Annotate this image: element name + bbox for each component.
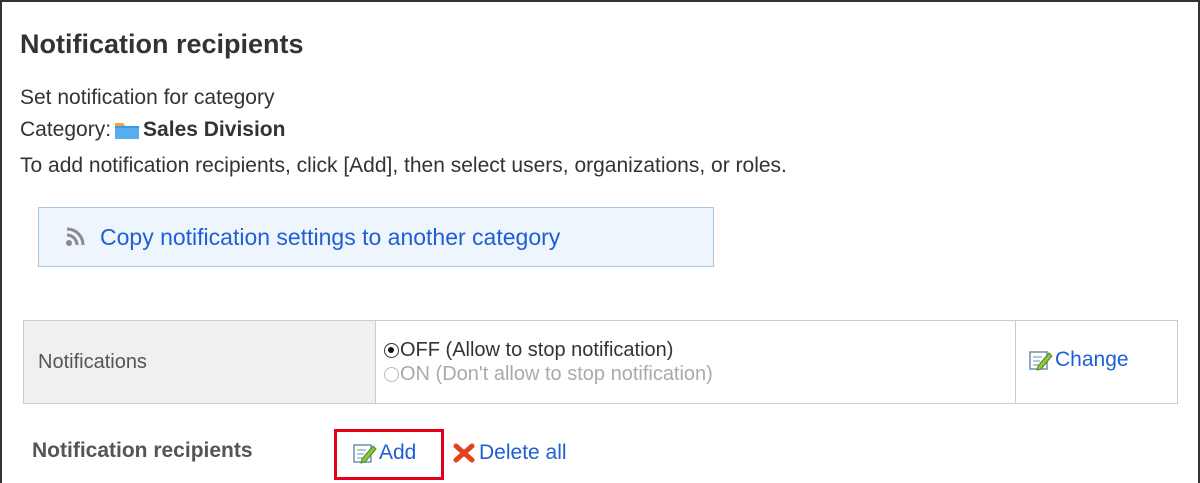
notifications-options: OFF (Allow to stop notification) ON (Don… — [375, 320, 1016, 404]
copy-settings-button[interactable]: Copy notification settings to another ca… — [38, 207, 714, 267]
recipients-label: Notification recipients — [32, 439, 253, 462]
notifications-table: Notifications OFF (Allow to stop notific… — [23, 320, 1178, 404]
page-title: Notification recipients — [20, 29, 304, 59]
copy-settings-label: Copy notification settings to another ca… — [100, 223, 561, 250]
help-text: To add notification recipients, click [A… — [20, 154, 787, 177]
set-notification-text: Set notification for category — [20, 86, 275, 109]
delete-x-icon — [452, 442, 476, 464]
folder-icon — [113, 119, 141, 141]
radio-on-option[interactable]: ON (Don't allow to stop notification) — [384, 362, 1015, 386]
change-link[interactable]: Change — [1028, 348, 1129, 372]
category-label: Category: — [20, 118, 112, 141]
change-label: Change — [1055, 348, 1129, 371]
radio-on[interactable] — [384, 366, 399, 382]
radio-on-label: ON (Don't allow to stop notification) — [400, 363, 713, 385]
recipients-row: Notification recipients — [32, 439, 253, 463]
notifications-header: Notifications — [23, 320, 376, 404]
edit-icon — [1028, 349, 1053, 371]
change-cell: Change — [1015, 320, 1178, 404]
category-name: Sales Division — [143, 118, 286, 141]
radio-off-option[interactable]: OFF (Allow to stop notification) — [384, 338, 1015, 362]
delete-all-link[interactable]: Delete all — [452, 441, 567, 465]
add-edit-icon — [352, 442, 377, 464]
add-link[interactable]: Add — [352, 441, 416, 465]
rss-icon — [64, 226, 86, 248]
delete-all-label: Delete all — [479, 441, 567, 464]
add-label: Add — [379, 441, 417, 464]
radio-off-label: OFF (Allow to stop notification) — [400, 339, 674, 361]
radio-off[interactable] — [384, 342, 399, 358]
category-line: Category: Sales Division — [20, 118, 285, 142]
